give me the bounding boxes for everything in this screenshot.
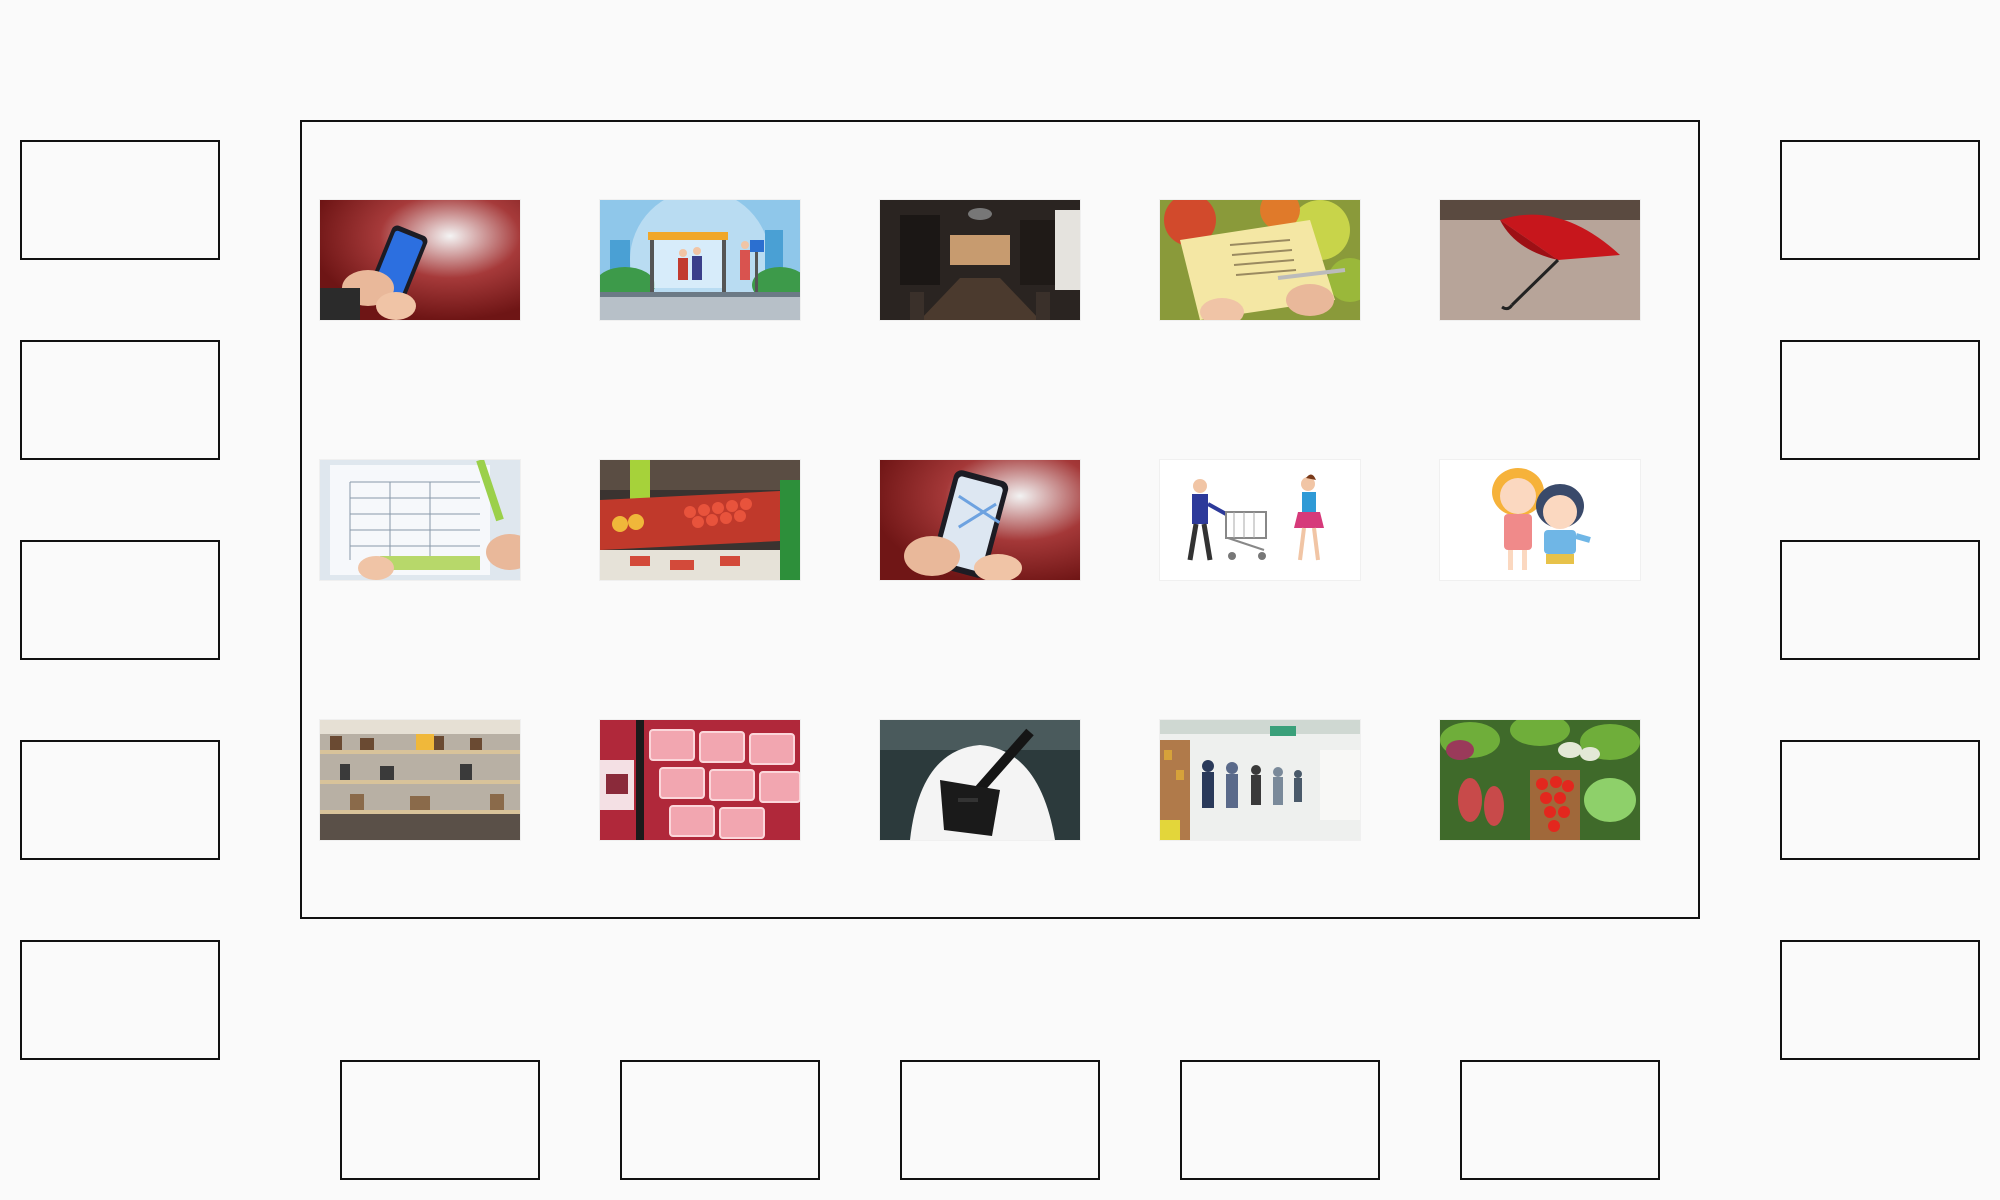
card-crossbody-bag[interactable] [880, 720, 1080, 840]
left-slot-2[interactable] [20, 340, 220, 460]
right-slot-5[interactable] [1780, 940, 1980, 1060]
card-store-shelves[interactable] [320, 720, 520, 840]
card-children[interactable] [1440, 460, 1640, 580]
card-shoppers-cart[interactable] [1160, 460, 1360, 580]
store-shelves-icon [320, 720, 520, 840]
left-slot-5[interactable] [20, 940, 220, 1060]
card-bus-stop[interactable] [600, 200, 800, 320]
card-meat-counter[interactable] [600, 720, 800, 840]
card-phone-blue-screen[interactable] [320, 200, 520, 320]
card-red-umbrella[interactable] [1440, 200, 1640, 320]
right-slot-3[interactable] [1780, 540, 1980, 660]
card-checkout-queue[interactable] [1160, 720, 1360, 840]
red-umbrella-icon [1440, 200, 1640, 320]
card-phone-map[interactable] [880, 460, 1080, 580]
card-dining-room[interactable] [880, 200, 1080, 320]
card-shopping-list[interactable] [1160, 200, 1360, 320]
checkout-queue-icon [1160, 720, 1360, 840]
bottom-slot-3[interactable] [900, 1060, 1100, 1180]
right-slot-1[interactable] [1780, 140, 1980, 260]
card-paper-checklist[interactable] [320, 460, 520, 580]
card-vegetable-stand[interactable] [1440, 720, 1640, 840]
card-fruit-aisle[interactable] [600, 460, 800, 580]
bus-stop-icon [600, 200, 800, 320]
paper-checklist-icon [320, 460, 520, 580]
bottom-slot-1[interactable] [340, 1060, 540, 1180]
right-slot-2[interactable] [1780, 340, 1980, 460]
smartphone-blue-screen-icon [320, 200, 520, 320]
left-slot-1[interactable] [20, 140, 220, 260]
meat-counter-icon [600, 720, 800, 840]
smartphone-map-icon [880, 460, 1080, 580]
dining-room-icon [880, 200, 1080, 320]
fruit-aisle-icon [600, 460, 800, 580]
shoppers-with-cart-icon [1160, 460, 1360, 580]
crossbody-bag-icon [880, 720, 1080, 840]
vegetable-stand-icon [1440, 720, 1640, 840]
bottom-slot-5[interactable] [1460, 1060, 1660, 1180]
right-slot-4[interactable] [1780, 740, 1980, 860]
shopping-list-icon [1160, 200, 1360, 320]
left-slot-4[interactable] [20, 740, 220, 860]
bottom-slot-2[interactable] [620, 1060, 820, 1180]
bottom-slot-4[interactable] [1180, 1060, 1380, 1180]
children-cartoon-icon [1440, 460, 1640, 580]
left-slot-3[interactable] [20, 540, 220, 660]
